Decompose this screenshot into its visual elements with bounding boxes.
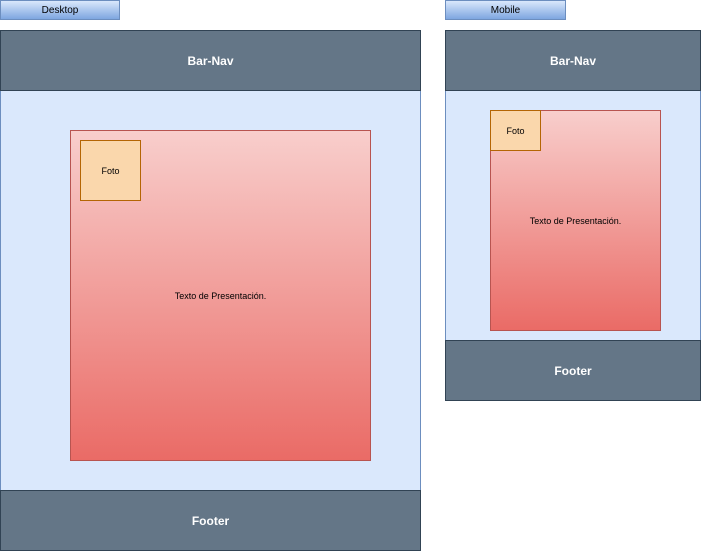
desktop-photo-label: Foto [101,165,120,176]
desktop-presentation-text: Texto de Presentación. [174,290,267,301]
mobile-footer-label: Footer [554,363,592,378]
mobile-photo-box: Foto [490,110,541,151]
mobile-navbar: Bar-Nav [445,30,701,91]
mobile-navbar-label: Bar-Nav [549,53,597,68]
mobile-photo-label: Foto [506,125,525,136]
desktop-label-text: Desktop [41,4,79,16]
mobile-label: Mobile [445,0,566,20]
desktop-navbar-label: Bar-Nav [187,53,234,68]
desktop-footer-label: Footer [191,513,230,528]
mobile-label-text: Mobile [490,4,521,16]
mobile-presentation-text: Texto de Presentación. [529,215,622,226]
mobile-footer: Footer [445,340,701,401]
desktop-footer: Footer [0,490,421,551]
desktop-photo-box: Foto [80,140,141,201]
desktop-label: Desktop [0,0,120,20]
desktop-navbar: Bar-Nav [0,30,421,91]
